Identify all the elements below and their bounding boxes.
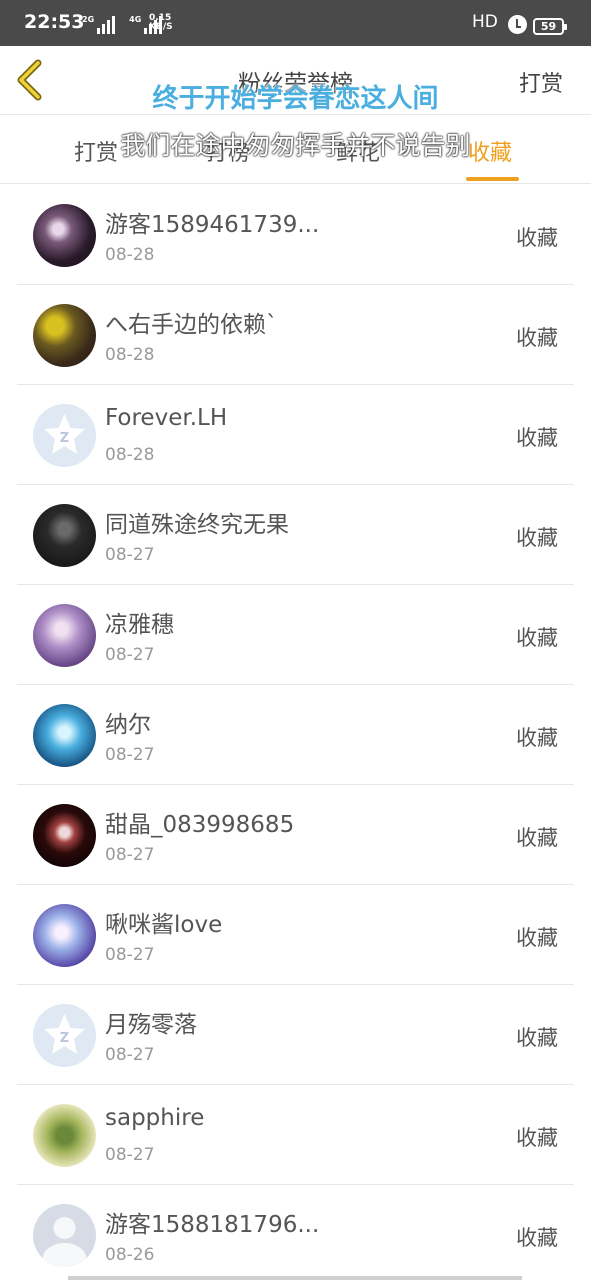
- user-name: 纳尔: [105, 712, 151, 738]
- item-date: 08-27: [105, 1145, 155, 1165]
- list-item[interactable]: 游客1588181796... 08-26 收藏: [17, 1185, 574, 1280]
- user-name: 月殇零落: [105, 1012, 197, 1038]
- user-name: 啾咪酱love: [105, 912, 223, 938]
- list-item[interactable]: Z 月殇零落 08-27 收藏: [17, 985, 574, 1085]
- list-item[interactable]: Z Forever.LH 08-28 收藏: [17, 385, 574, 485]
- scroll-indicator: [68, 1276, 522, 1280]
- user-name: 游客1589461739...: [105, 212, 320, 238]
- avatar: [33, 704, 96, 767]
- default-avatar-icon: Z: [33, 1004, 96, 1067]
- item-date: 08-27: [105, 1045, 155, 1065]
- default-avatar-icon: Z: [33, 404, 96, 467]
- tab-bar: 打赏 打榜 鲜花 收藏: [0, 114, 591, 184]
- list-item[interactable]: sapphire 08-27 收藏: [17, 1085, 574, 1185]
- list-item[interactable]: 甜晶_083998685 08-27 收藏: [17, 785, 574, 885]
- list-item[interactable]: 游客1589461739... 08-28 收藏: [17, 185, 574, 285]
- item-date: 08-26: [105, 1245, 155, 1265]
- item-date: 08-27: [105, 645, 155, 665]
- list-item[interactable]: へ右手边的依赖ˋ 08-28 收藏: [17, 285, 574, 385]
- user-name: 凉雅穗: [105, 612, 174, 638]
- page-title: 粉丝荣誉榜: [238, 71, 353, 97]
- user-name: 甜晶_083998685: [105, 812, 295, 838]
- avatar: [33, 504, 96, 567]
- network-speed: 0.15 KB/S: [149, 13, 173, 32]
- tab-ranking[interactable]: 打榜: [206, 135, 250, 167]
- hd-indicator: HD: [472, 12, 498, 32]
- list-item[interactable]: 凉雅穗 08-27 收藏: [17, 585, 574, 685]
- avatar: [33, 304, 96, 367]
- item-action: 收藏: [516, 726, 558, 750]
- list-item[interactable]: 纳尔 08-27 收藏: [17, 685, 574, 785]
- item-date: 08-28: [105, 345, 155, 365]
- battery-icon: 59: [533, 18, 567, 35]
- status-bar: 22:53 2G 4G 0.15 KB/S HD 59: [0, 0, 591, 46]
- tab-flowers[interactable]: 鲜花: [336, 135, 380, 167]
- alarm-icon: [508, 15, 527, 34]
- list-item[interactable]: 啾咪酱love 08-27 收藏: [17, 885, 574, 985]
- nav-bar: 粉丝荣誉榜 打赏: [0, 46, 591, 114]
- item-date: 08-28: [105, 445, 155, 465]
- avatar: [33, 204, 96, 267]
- tab-favorites[interactable]: 收藏: [468, 135, 512, 167]
- item-date: 08-27: [105, 745, 155, 765]
- avatar: [33, 1104, 96, 1167]
- avatar: [33, 604, 96, 667]
- user-name: へ右手边的依赖ˋ: [105, 312, 278, 338]
- item-action: 收藏: [516, 826, 558, 850]
- reward-button[interactable]: 打赏: [519, 66, 563, 98]
- svg-text:Z: Z: [60, 1031, 69, 1046]
- active-tab-indicator: [466, 177, 519, 181]
- item-action: 收藏: [516, 1226, 558, 1250]
- item-action: 收藏: [516, 626, 558, 650]
- user-name: 同道殊途终究无果: [105, 512, 289, 538]
- item-date: 08-27: [105, 845, 155, 865]
- fan-list: 游客1589461739... 08-28 收藏 へ右手边的依赖ˋ 08-28 …: [0, 185, 591, 1280]
- item-action: 收藏: [516, 426, 558, 450]
- item-action: 收藏: [516, 1126, 558, 1150]
- list-item[interactable]: 同道殊途终究无果 08-27 收藏: [17, 485, 574, 585]
- svg-text:Z: Z: [60, 431, 69, 446]
- user-name: Forever.LH: [105, 405, 228, 431]
- item-action: 收藏: [516, 1026, 558, 1050]
- avatar: [33, 904, 96, 967]
- item-date: 08-27: [105, 545, 155, 565]
- user-name: sapphire: [105, 1105, 205, 1131]
- default-person-icon: [33, 1204, 96, 1267]
- item-action: 收藏: [516, 526, 558, 550]
- item-action: 收藏: [516, 326, 558, 350]
- avatar: [33, 804, 96, 867]
- item-action: 收藏: [516, 226, 558, 250]
- user-name: 游客1588181796...: [105, 1212, 320, 1238]
- status-time: 22:53: [24, 11, 85, 33]
- item-date: 08-27: [105, 945, 155, 965]
- item-action: 收藏: [516, 926, 558, 950]
- signal-2g-icon: 2G: [82, 16, 116, 34]
- item-date: 08-28: [105, 245, 155, 265]
- tab-reward[interactable]: 打赏: [74, 135, 118, 167]
